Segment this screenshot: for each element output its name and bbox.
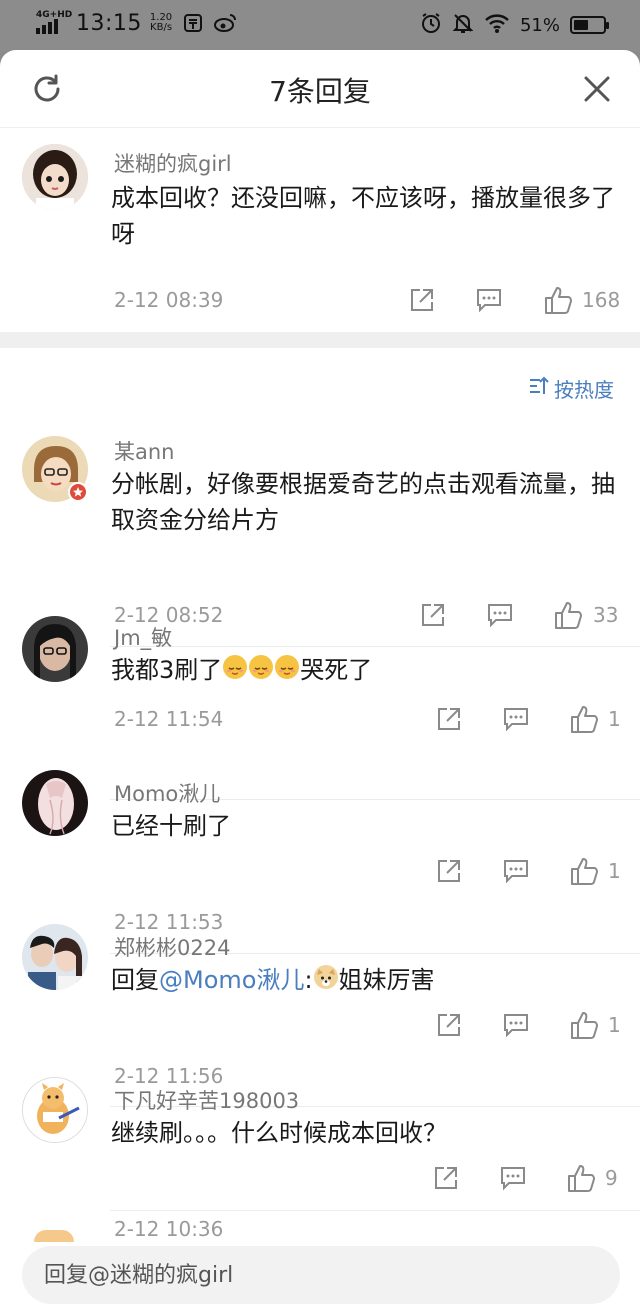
wifi-icon [484,12,510,38]
status-bar: 4G+HD 13:15 1.20 KB/s 51% [0,0,640,52]
like-count: 1 [608,707,621,731]
sort-by-hot-button[interactable]: 按热度 [528,374,614,403]
comment-time: 2-12 11:54 [114,707,224,731]
page-title: 7条回复 [269,75,371,108]
reply-item: 某ann 分帐剧，好像要根据爱奇艺的点击观看流量，抽取资金分给片方 2-12 0… [0,430,640,629]
sort-label: 按热度 [554,378,614,402]
share-icon[interactable] [436,706,462,732]
avatar[interactable] [22,924,88,990]
reply-actions: 9 [0,1165,640,1205]
sleepy-emoji-icon [249,655,274,679]
avatar[interactable] [22,616,88,682]
like-count: 9 [605,1166,618,1190]
battery-icon [570,16,609,34]
comment-author[interactable]: Jm_敏 [114,622,172,652]
clock: 13:15 [76,10,142,36]
sleepy-emoji-icon [223,655,248,679]
like-icon[interactable] [569,1010,599,1040]
share-icon[interactable] [409,287,435,313]
sort-icon [528,375,550,402]
comment-author[interactable]: 下凡好辛苦198003 [114,1085,299,1115]
network-speed: 1.20 KB/s [149,12,173,33]
avatar[interactable] [22,770,88,836]
sheet-header: 7条回复 [0,50,640,128]
reply-item: Jm_敏 我都3刷了 哭死了 2-12 11:54 1 [0,616,640,766]
comment-icon[interactable] [503,706,529,732]
comment-time: 2-12 08:39 [114,288,224,312]
avatar [34,1230,74,1242]
comment-text: 成本回收？还没回嘛，不应该呀，播放量很多了呀 [111,184,615,248]
avatar[interactable] [22,144,88,210]
notification-app-icon [182,12,204,34]
like-icon[interactable] [566,1163,596,1193]
like-icon[interactable] [543,285,573,315]
doge-emoji-icon [313,965,338,989]
share-icon[interactable] [433,1165,459,1191]
close-icon[interactable] [582,74,612,104]
reply-input-bar [22,1246,620,1304]
reply-actions: 1 [0,1012,640,1052]
comment-text: 回复@Momo湫儿: 姐妹厉害 [111,965,435,994]
comment-text: 我都3刷了 哭死了 [111,655,373,684]
like-count: 1 [608,859,621,883]
comment-icon[interactable] [503,858,529,884]
comment-time: 2-12 10:36 [114,1217,224,1241]
weibo-icon [214,12,238,34]
mention-link[interactable]: @Momo湫儿 [159,966,304,994]
comment-icon[interactable] [503,1012,529,1038]
section-divider [0,332,640,348]
main-comment: 迷糊的疯girl 成本回收？还没回嘛，不应该呀，播放量很多了呀 2-12 08:… [0,128,640,332]
comment-icon[interactable] [476,287,502,313]
divider [110,1210,640,1211]
share-icon[interactable] [436,858,462,884]
mute-icon [452,12,474,38]
replies-sheet: 7条回复 迷糊的疯girl 成本回收？还没回嘛，不应该呀，播放量很多了呀 2-1… [0,50,640,1312]
comment-icon[interactable] [500,1165,526,1191]
avatar[interactable] [22,436,88,502]
like-icon[interactable] [569,856,599,886]
comment-author[interactable]: Momo湫儿 [114,778,220,808]
share-icon[interactable] [436,1012,462,1038]
comment-author[interactable]: 郑彬彬0224 [114,932,230,962]
avatar[interactable] [22,1077,88,1143]
comment-author[interactable]: 某ann [114,436,175,466]
battery-fill [574,20,589,30]
battery-percent: 51% [519,14,560,36]
like-count: 1 [608,1013,621,1037]
comment-text: 继续刷。。。什么时候成本回收？ [111,1119,447,1147]
sleepy-emoji-icon [275,655,300,679]
like-icon[interactable] [569,704,599,734]
reply-actions: 1 [0,858,640,898]
like-count: 168 [582,288,621,312]
comment-author[interactable]: 迷糊的疯girl [114,148,232,178]
cell-signal-icon: 4G+HD [34,10,72,36]
comment-text: 分帐剧，好像要根据爱奇艺的点击观看流量，抽取资金分给片方 [111,470,615,534]
comment-text: 已经十刷了 [111,812,231,840]
alarm-icon [420,12,442,38]
reply-input[interactable] [22,1246,620,1304]
